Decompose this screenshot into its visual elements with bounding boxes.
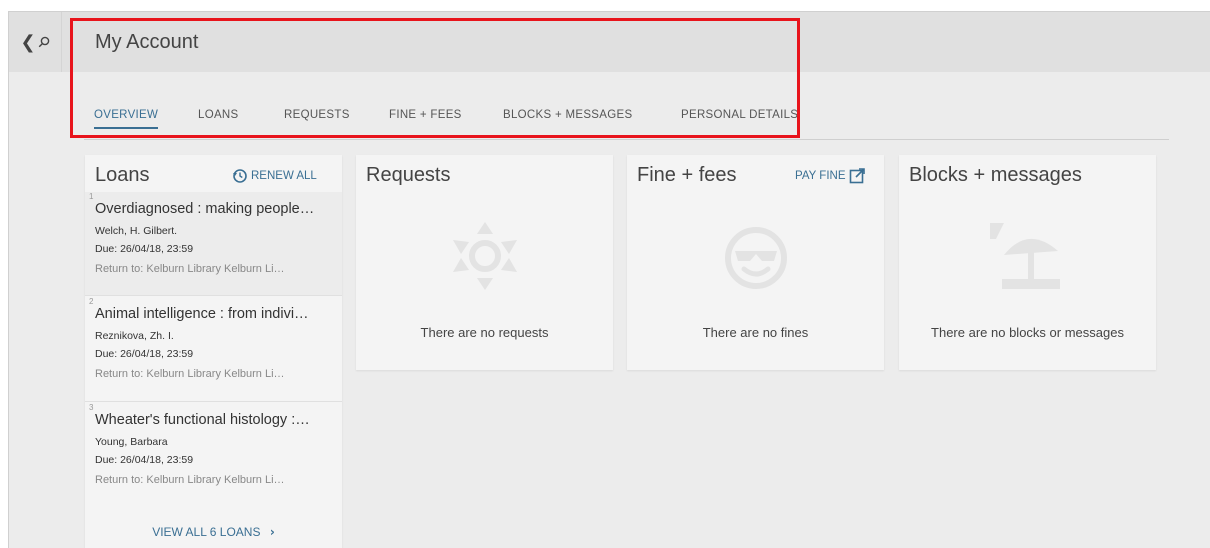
app-frame: ❮ My Account OVERVIEW LOANS REQUESTS FIN… xyxy=(8,11,1210,548)
renew-icon xyxy=(233,169,247,183)
loan-author: Reznikova, Zh. I. xyxy=(95,330,174,342)
pay-fine-label: PAY FINE xyxy=(795,170,846,182)
loan-due-date: Due: 26/04/18, 23:59 xyxy=(95,243,194,255)
tab-blocks-messages[interactable]: BLOCKS + MESSAGES xyxy=(503,109,632,127)
loan-item[interactable]: 1 Overdiagnosed : making people… Welch, … xyxy=(85,192,342,296)
page-title: My Account xyxy=(95,31,199,53)
beach-umbrella-icon xyxy=(989,223,1060,289)
fines-empty-message: There are no fines xyxy=(702,325,809,340)
search-icon xyxy=(38,36,49,48)
external-link-icon xyxy=(849,168,865,184)
sunglasses-face-icon xyxy=(724,227,787,289)
loans-card-title: Loans xyxy=(95,164,150,186)
blocks-card: Blocks + messages There are no blocks or… xyxy=(899,155,1156,370)
loan-item[interactable]: 3 Wheater's functional histology :… Youn… xyxy=(85,403,342,503)
loan-title[interactable]: Overdiagnosed : making people… xyxy=(95,201,335,217)
pay-fine-button[interactable]: PAY FINE xyxy=(795,168,865,184)
loan-number: 2 xyxy=(89,297,94,306)
loan-due-date: Due: 26/04/18, 23:59 xyxy=(95,454,194,466)
loan-return-location: Return to: Kelburn Library Kelburn Li… xyxy=(95,263,285,275)
requests-empty-message: There are no requests xyxy=(420,325,549,340)
loan-author: Welch, H. Gilbert. xyxy=(95,225,178,237)
view-all-loans-link[interactable]: VIEW ALL 6 LOANS › xyxy=(85,525,342,539)
requests-card: Requests There are no requests xyxy=(356,155,613,370)
tabs-divider xyxy=(84,139,1169,140)
sun-icon xyxy=(452,222,517,290)
loan-title[interactable]: Animal intelligence : from indivi… xyxy=(95,306,335,322)
tab-requests[interactable]: REQUESTS xyxy=(284,109,350,127)
loan-item[interactable]: 2 Animal intelligence : from indivi… Rez… xyxy=(85,297,342,402)
loan-return-location: Return to: Kelburn Library Kelburn Li… xyxy=(95,368,285,380)
tab-personal-details[interactable]: PERSONAL DETAILS xyxy=(681,109,798,127)
renew-all-button[interactable]: RENEW ALL xyxy=(232,168,317,184)
blocks-card-title: Blocks + messages xyxy=(909,164,1082,186)
chevron-left-icon: ❮ xyxy=(20,31,36,53)
loan-due-date: Due: 26/04/18, 23:59 xyxy=(95,348,194,360)
loan-title[interactable]: Wheater's functional histology :… xyxy=(95,412,335,428)
tab-overview[interactable]: OVERVIEW xyxy=(94,109,159,129)
loans-card: Loans RENEW ALL 1 Overdiagnosed : making… xyxy=(85,155,342,548)
blocks-empty-message: There are no blocks or messages xyxy=(931,325,1124,340)
loan-number: 3 xyxy=(89,403,94,412)
chevron-right-icon: › xyxy=(269,525,275,539)
tab-fine-fees[interactable]: FINE + FEES xyxy=(389,109,462,127)
loan-author: Young, Barbara xyxy=(95,436,168,448)
loan-return-location: Return to: Kelburn Library Kelburn Li… xyxy=(95,474,285,486)
requests-card-title: Requests xyxy=(366,164,451,186)
back-to-search-button[interactable]: ❮ xyxy=(9,12,62,72)
fines-card: Fine + fees PAY FINE There are no fines xyxy=(627,155,884,370)
loan-number: 1 xyxy=(89,192,94,201)
renew-all-label: RENEW ALL xyxy=(251,170,317,182)
view-all-loans-label: VIEW ALL 6 LOANS xyxy=(152,525,261,539)
tab-loans[interactable]: LOANS xyxy=(198,109,239,127)
fines-card-title: Fine + fees xyxy=(637,164,737,186)
